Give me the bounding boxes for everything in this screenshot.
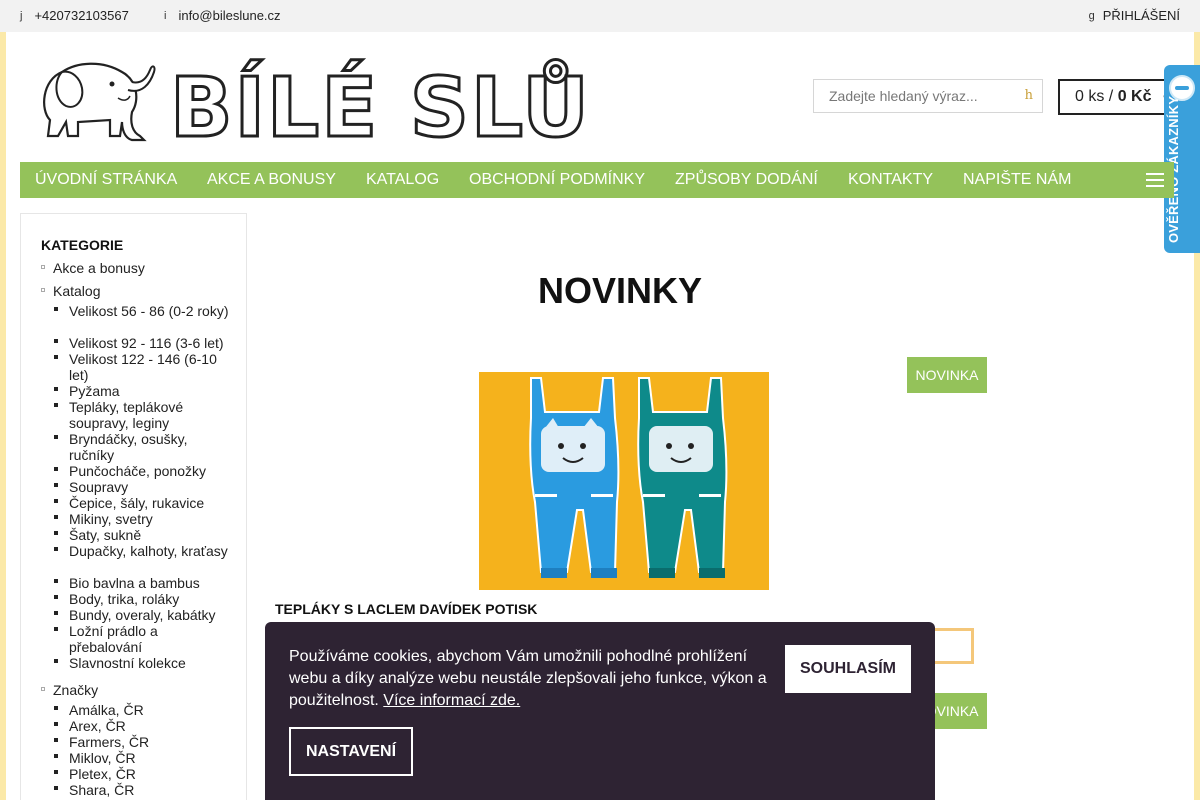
subcategory-item[interactable]: Soupravy [54, 479, 234, 495]
elephant-logo: BÍLÉ SLŮNĚ [43, 58, 719, 158]
phone-contact[interactable]: j +420732103567 [20, 8, 129, 23]
login-label[interactable]: PŘIHLÁŠENÍ [1103, 8, 1180, 23]
verified-customers-badge[interactable]: OVĚŘENO ZÁKAZNÍKY [1164, 65, 1200, 253]
phone-number[interactable]: +420732103567 [34, 8, 128, 23]
subcategory-item[interactable]: Bio bavlna a bambus [54, 575, 234, 591]
brand-item[interactable]: Shara, ČR [54, 782, 234, 798]
category-label: Katalog [53, 283, 101, 299]
subcategory-item[interactable]: Slavnostní kolekce [54, 655, 234, 671]
subcategory-item[interactable]: Body, trika, roláky [54, 591, 234, 607]
product-button-outline[interactable] [930, 628, 974, 664]
subcategory-item[interactable]: Šaty, sukně [54, 527, 234, 543]
nav-home[interactable]: ÚVODNÍ STRÁNKA [35, 171, 177, 189]
email-address[interactable]: info@bileslune.cz [178, 8, 280, 23]
category-sidebar: KATEGORIE Akce a bonusy Katalog Velikost… [20, 213, 247, 800]
email-contact[interactable]: i info@bileslune.cz [164, 8, 281, 23]
nav-contacts[interactable]: KONTAKTY [848, 171, 933, 189]
cookie-text: Používáme cookies, abychom Vám umožnili … [289, 646, 769, 712]
site-logo[interactable]: BÍLÉ SLŮNĚ [32, 50, 719, 158]
search-input[interactable] [814, 80, 1004, 112]
bullet-icon [41, 288, 45, 293]
bullet-icon [41, 265, 45, 270]
cart-total: 0 Kč [1117, 88, 1152, 105]
subcategory-item[interactable]: Bryndáčky, osušky, ručníky [54, 431, 234, 463]
brand-item[interactable]: Miklov, ČR [54, 750, 234, 766]
phone-icon: j [20, 9, 23, 22]
subcategory-item[interactable]: Pyžama [54, 383, 234, 399]
brand-item[interactable]: Arex, ČR [54, 718, 234, 734]
hamburger-icon[interactable] [1146, 173, 1164, 187]
top-bar: j +420732103567 i info@bileslune.cz g PŘ… [0, 0, 1200, 32]
subcategory-item[interactable]: Ložní prádlo a přebalování [54, 623, 234, 655]
sidebar-title: KATEGORIE [41, 237, 124, 253]
product-photo [479, 372, 769, 590]
category-znacky[interactable]: Značky [41, 682, 98, 698]
brand-item[interactable]: Pletex, ČR [54, 766, 234, 782]
subcategory-item[interactable]: Čepice, šály, rukavice [54, 495, 234, 511]
subcategory-item[interactable]: Velikost 122 - 146 (6-10 let) [54, 351, 234, 383]
page-title: NOVINKY [538, 270, 703, 311]
nav-write-us[interactable]: NAPIŠTE NÁM [963, 171, 1071, 189]
cookie-settings-button[interactable]: NASTAVENÍ [289, 727, 413, 776]
page-border-left [0, 32, 6, 800]
nav-catalog[interactable]: KATALOG [366, 171, 439, 189]
subcategory-item[interactable]: Velikost 92 - 116 (3-6 let) [54, 335, 234, 351]
category-akce[interactable]: Akce a bonusy [41, 260, 145, 276]
subcategory-item[interactable]: Tepláky, teplákové soupravy, leginy [54, 399, 234, 431]
category-label: Značky [53, 682, 99, 698]
login-link[interactable]: g PŘIHLÁŠENÍ [1089, 8, 1180, 23]
main-navigation: ÚVODNÍ STRÁNKA AKCE A BONUSY KATALOG OBC… [20, 162, 1174, 198]
cookie-message: Používáme cookies, abychom Vám umožnili … [289, 648, 767, 709]
search-icon[interactable]: h [1025, 88, 1033, 103]
nav-terms[interactable]: OBCHODNÍ PODMÍNKY [469, 171, 645, 189]
cart-separator: / [1108, 88, 1114, 105]
subcategory-item[interactable]: Bundy, overaly, kabátky [54, 607, 234, 623]
subcategory-item[interactable]: Velikost 56 - 86 (0-2 roky) [54, 303, 234, 319]
cart-count: 0 ks [1075, 88, 1105, 105]
subcategory-item[interactable]: Dupačky, kalhoty, kraťasy [54, 543, 234, 559]
cookie-more-info-link[interactable]: Více informací zde. [383, 692, 520, 709]
subcategory-item[interactable]: Punčocháče, ponožky [54, 463, 234, 479]
cookie-banner: Používáme cookies, abychom Vám umožnili … [265, 622, 935, 800]
user-icon: g [1088, 9, 1095, 22]
nav-promotions[interactable]: AKCE A BONUSY [207, 171, 336, 189]
subcategory-item[interactable]: Mikiny, svetry [54, 511, 234, 527]
search-box[interactable]: h [813, 79, 1043, 113]
cart-button[interactable]: 0 ks / 0 Kč ◦ [1058, 79, 1178, 115]
brand-item[interactable]: Amálka, ČR [54, 702, 234, 718]
logo-text: BÍLÉ SLŮNĚ [170, 59, 592, 146]
bullet-icon [41, 687, 45, 692]
mail-icon: i [164, 9, 167, 22]
nav-delivery[interactable]: ZPŮSOBY DODÁNÍ [675, 171, 818, 189]
cookie-agree-button[interactable]: SOUHLASÍM [785, 645, 911, 693]
new-badge: NOVINKA [907, 357, 987, 393]
category-katalog[interactable]: Katalog [41, 283, 100, 299]
product-image[interactable] [479, 372, 769, 590]
product-name[interactable]: TEPLÁKY S LACLEM DAVÍDEK POTISK [275, 601, 537, 617]
brand-item[interactable]: Farmers, ČR [54, 734, 234, 750]
category-label: Akce a bonusy [53, 260, 145, 276]
